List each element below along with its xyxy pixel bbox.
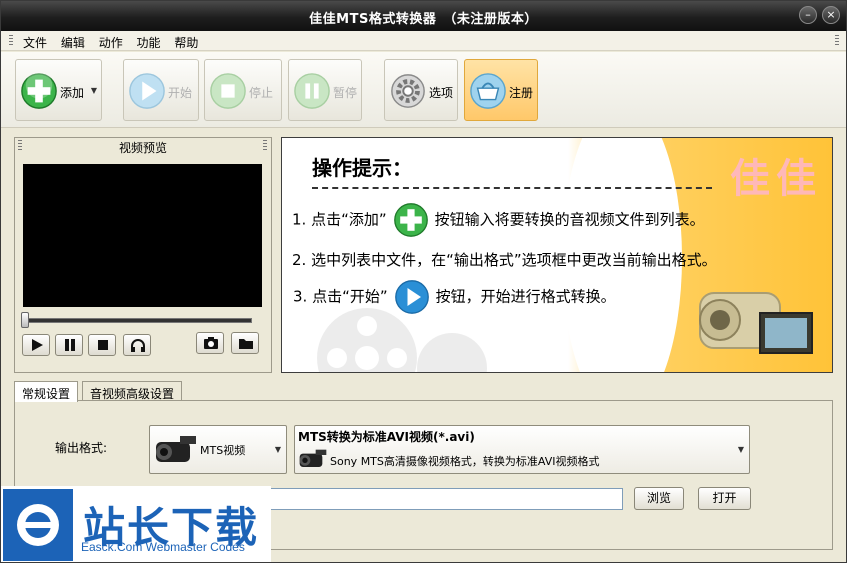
stop-icon <box>210 73 246 109</box>
tip-line-3: 3. 点击“开始” 按钮，开始进行格式转换。 <box>293 279 616 315</box>
watermark-en: Easck.Com Webmaster Codes <box>81 540 245 554</box>
pause-label: 暂停 <box>333 86 358 100</box>
pause-icon <box>294 73 330 109</box>
add-icon <box>21 72 57 109</box>
stop-button[interactable]: 停止 <box>204 59 282 121</box>
register-label: 注册 <box>509 86 534 100</box>
preview-title: 视频预览 <box>118 141 167 155</box>
output-category-select[interactable]: MTS视频 ▼ <box>149 425 287 474</box>
format-description: Sony MTS高清摄像视频格式，转换为标准AVI视频格式 <box>330 455 600 468</box>
options-button[interactable]: 选项 <box>384 59 458 121</box>
add-label: 添加 <box>60 86 85 100</box>
basket-icon <box>470 73 506 109</box>
tip-line-3-a: 3. 点击“开始” <box>293 287 388 306</box>
output-format-select[interactable]: MTS转换为标准AVI视频(*.avi) Sony MTS高清摄像视频格式，转换… <box>294 425 750 474</box>
pause-icon <box>65 339 75 351</box>
gear-icon <box>391 74 425 108</box>
chevron-down-icon[interactable]: ▼ <box>275 445 281 454</box>
camcorder-icon <box>156 436 196 462</box>
output-path-input[interactable] <box>255 488 623 510</box>
category-value: MTS视频 <box>200 444 246 457</box>
stop-label: 停止 <box>249 86 274 100</box>
output-format-label: 输出格式: <box>55 441 108 455</box>
play-icon <box>129 73 165 109</box>
stop-icon <box>98 340 108 350</box>
start-label: 开始 <box>168 86 193 100</box>
camcorder-icon <box>699 292 813 354</box>
tab-general-settings[interactable]: 常规设置 <box>14 381 79 402</box>
video-screen <box>23 164 262 307</box>
app-window: 佳佳MTS格式转换器 （未注册版本） – × 文件 编辑 动作 功能 帮助 添加… <box>0 0 847 563</box>
play-icon <box>394 280 429 314</box>
browse-button[interactable]: 浏览 <box>634 487 684 510</box>
menu-edit[interactable]: 编辑 <box>61 34 85 51</box>
tip-line-1-a: 1. 点击“添加” <box>292 210 387 229</box>
camcorder-icon <box>299 449 327 467</box>
volume-control[interactable] <box>123 334 151 356</box>
register-button[interactable]: 注册 <box>464 59 538 121</box>
menu-function[interactable]: 功能 <box>137 34 161 51</box>
play-control[interactable] <box>22 334 50 356</box>
tab-av-advanced-settings[interactable]: 音视频高级设置 <box>82 381 183 401</box>
headphones-icon <box>131 339 145 352</box>
chevron-down-icon[interactable]: ▼ <box>738 445 744 454</box>
play-icon <box>32 339 43 351</box>
pause-control[interactable] <box>55 334 83 356</box>
seek-handle[interactable] <box>21 312 29 328</box>
toolbar: 添加 ▼ 开始 停止 暂停 选项 注册 <box>1 52 846 128</box>
close-button[interactable]: × <box>822 6 840 24</box>
open-button[interactable]: 打开 <box>698 487 751 510</box>
open-folder-control[interactable] <box>231 332 259 354</box>
grip-icon <box>9 35 13 47</box>
pause-button[interactable]: 暂停 <box>288 59 362 121</box>
add-icon <box>393 203 428 237</box>
tip-line-1-b: 按钮输入将要转换的音视频文件到列表。 <box>434 210 705 229</box>
start-button[interactable]: 开始 <box>123 59 199 121</box>
snapshot-control[interactable] <box>196 332 224 354</box>
grip-icon <box>835 35 839 47</box>
seek-bar[interactable] <box>25 318 252 323</box>
folder-icon <box>239 339 253 349</box>
tips-panel: 佳佳 操作提示： 1. 点击“添加” 按钮输入将要转换的音视频文件到列表。 2.… <box>281 137 833 373</box>
tip-line-2: 2. 选中列表中文件，在“输出格式”选项框中更改当前输出格式。 <box>292 251 717 269</box>
grip-icon <box>263 140 267 152</box>
brand-logo: 佳佳 <box>730 155 822 202</box>
menu-help[interactable]: 帮助 <box>174 34 198 51</box>
stop-control[interactable] <box>88 334 116 356</box>
tip-line-3-b: 按钮，开始进行格式转换。 <box>435 287 616 306</box>
divider <box>312 187 712 189</box>
menu-action[interactable]: 动作 <box>99 34 123 51</box>
menu-file[interactable]: 文件 <box>23 34 47 51</box>
chevron-down-icon[interactable]: ▼ <box>91 86 97 95</box>
camera-icon <box>204 337 218 349</box>
add-button[interactable]: 添加 ▼ <box>15 59 102 121</box>
easck-logo-icon <box>3 489 73 561</box>
window-title: 佳佳MTS格式转换器 （未注册版本） <box>309 12 538 27</box>
title-bar[interactable]: 佳佳MTS格式转换器 （未注册版本） – × <box>1 1 846 31</box>
minimize-button[interactable]: – <box>799 6 817 24</box>
tips-heading: 操作提示： <box>312 156 412 180</box>
menu-bar: 文件 编辑 动作 功能 帮助 <box>1 31 846 51</box>
video-preview-panel: 视频预览 <box>14 137 272 373</box>
options-label: 选项 <box>429 86 454 100</box>
tip-line-1: 1. 点击“添加” 按钮输入将要转换的音视频文件到列表。 <box>292 202 705 238</box>
watermark: 站长下载 Easck.Com Webmaster Codes <box>1 486 271 562</box>
format-title: MTS转换为标准AVI视频(*.avi) <box>298 430 475 444</box>
